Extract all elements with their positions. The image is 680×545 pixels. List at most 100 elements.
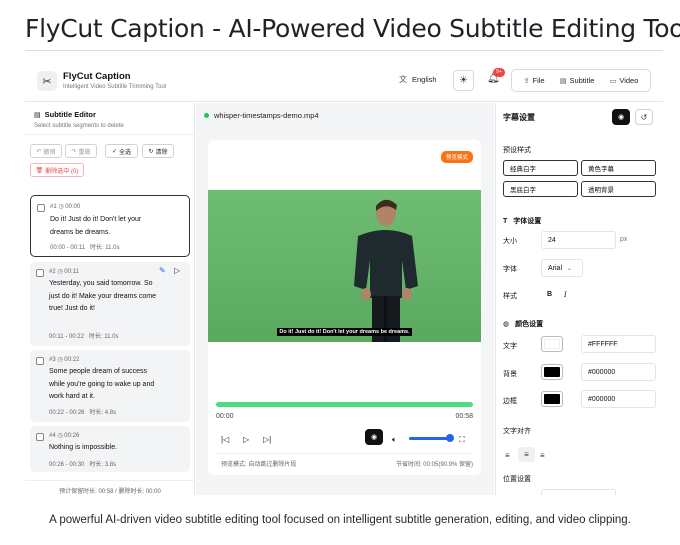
align-label: 文字对齐 [503, 428, 531, 435]
document-icon: ▤ [559, 77, 567, 85]
video-frame[interactable]: Do it! Just do it! Don't let your dreams… [208, 190, 481, 342]
editor-title: ▤ Subtitle Editor [34, 110, 96, 119]
status-dot [204, 113, 209, 118]
bg-color-input[interactable]: #000000 [581, 363, 656, 381]
divider [25, 480, 195, 481]
volume-icon[interactable]: 🔈︎ [392, 435, 397, 445]
subtitle-text[interactable]: Yesterday, you said tomorrow. So just do… [49, 278, 161, 316]
trash-icon: 🗑︎ [35, 167, 44, 174]
theme-toggle-button[interactable]: ☀ [453, 70, 474, 91]
align-left-icon[interactable]: ≡ [505, 451, 510, 460]
text-color-swatch[interactable] [541, 336, 563, 352]
select-all-button[interactable]: ✓ 全选 [105, 144, 138, 158]
preset-yellow[interactable]: 黄色字幕 [581, 160, 656, 176]
color-section-label: 颜色设置 [515, 321, 544, 328]
subtitle-start: 00:26 [64, 433, 80, 439]
nav-subtitle-button[interactable]: ▤ Subtitle [560, 76, 595, 85]
subtitle-start: 00:00 [65, 204, 81, 210]
progress-bar[interactable] [216, 402, 473, 407]
align-center-icon[interactable]: ≡ [518, 447, 535, 462]
skip-back-icon[interactable]: |◁ [221, 435, 229, 444]
chevron-down-icon: ⌄ [567, 265, 573, 272]
subtitle-checkbox[interactable] [37, 204, 45, 212]
clock-icon: ◷ [57, 433, 63, 439]
nav-file-button[interactable]: ⇪ File [524, 76, 545, 85]
subtitle-time: 00:22 - 00:26 时长: 4.8s [49, 407, 116, 416]
font-size-input[interactable]: 24 [541, 231, 616, 249]
redo-label: 重做 [78, 149, 91, 156]
divider [216, 453, 473, 454]
volume-slider[interactable] [409, 437, 451, 440]
caption-text: Do it! Just do it! Don't let your dreams… [277, 328, 412, 336]
clock-icon: ◷ [57, 269, 63, 275]
subtitle-editor-panel: ▤ Subtitle Editor Select subtitle segmen… [25, 103, 195, 495]
editor-subtitle: Select subtitle segments to delete [34, 123, 124, 129]
border-color-swatch[interactable] [541, 391, 563, 407]
clear-button[interactable]: ↻ 清除 [142, 144, 174, 158]
subtitle-text[interactable]: Nothing is impossible. [49, 442, 161, 455]
video-preview-panel: whisper-timestamps-demo.mp4 预览模式 Do it! … [196, 103, 494, 495]
preset-transparent[interactable]: 透明背景 [581, 181, 656, 197]
border-color-input[interactable]: #000000 [581, 390, 656, 408]
subtitle-text[interactable]: Some people dream of success while you'r… [49, 366, 161, 404]
align-right-icon[interactable]: ≡ [540, 451, 545, 460]
play-icon[interactable]: ▷ [243, 435, 249, 444]
text-color-input[interactable]: #FFFFFF [581, 335, 656, 353]
subtitle-index: #1 [50, 204, 57, 210]
fullscreen-icon[interactable]: ⛶ [459, 435, 465, 445]
subtitle-index: #4 [49, 433, 56, 439]
font-family-select[interactable]: Arial ⌄ [541, 259, 583, 277]
undo-button[interactable]: ↶ 撤销 [30, 144, 62, 158]
file-name: whisper-timestamps-demo.mp4 [214, 111, 319, 120]
subtitle-text[interactable]: Do it! Just do it! Don't let your dreams… [50, 214, 162, 239]
size-unit: px [620, 236, 628, 243]
reset-icon: ↺ [640, 112, 648, 122]
undo-label: 撤销 [43, 149, 56, 156]
subtitle-range: 00:00 - 00:11 [50, 245, 85, 251]
subtitle-index: #3 [49, 357, 56, 363]
subtitle-card[interactable]: #3 ◷ 00:22 Some people dream of success … [30, 350, 190, 422]
edit-pencil-icon[interactable]: ✎ [159, 266, 166, 275]
delete-selected-button[interactable]: 🗑︎ 删除选中 (0) [30, 163, 84, 177]
bg-color-swatch[interactable] [541, 364, 563, 380]
nav-subtitle-label: Subtitle [569, 76, 595, 85]
subtitle-time: 00:00 - 00:11 时长: 11.0s [50, 242, 120, 251]
subtitle-start: 00:11 [64, 269, 79, 275]
sun-icon: ☀ [459, 75, 468, 86]
duration-summary: 预计保留时长: 00:58 / 删除时长: 00:00 [59, 489, 161, 495]
delete-selected-label: 删除选中 (0) [45, 168, 79, 175]
subtitle-checkbox[interactable] [36, 269, 44, 277]
play-segment-icon[interactable]: ▷ [174, 266, 180, 275]
reset-settings-button[interactable]: ↺ [635, 109, 653, 125]
subtitle-time: 00:26 - 00:30 时长: 3.8s [49, 459, 116, 468]
position-input[interactable] [541, 489, 616, 495]
nav-video-button[interactable]: ▭ Video [610, 76, 639, 85]
undo-icon: ↶ [36, 148, 42, 155]
subtitle-checkbox[interactable] [36, 433, 44, 441]
redo-button[interactable]: ↷ 重做 [65, 144, 97, 158]
subtitle-card[interactable]: #4 ◷ 00:26 Nothing is impossible. 00:26 … [30, 426, 190, 472]
subtitle-meta: #4 ◷ 00:26 [49, 432, 79, 439]
subtitle-visibility-button[interactable]: ◉ [365, 429, 383, 445]
subtitle-card[interactable]: #1 ◷ 00:00 Do it! Just do it! Don't let … [30, 195, 190, 257]
preset-black-bg[interactable]: 黑底白字 [503, 181, 578, 197]
subtitle-checkbox[interactable] [36, 357, 44, 365]
palette-icon: ◍ [503, 321, 510, 328]
preview-badge: 预览模式 [440, 151, 473, 163]
preview-mode-note: 预览模式: 自动跳过删除片段 [221, 462, 297, 468]
select-all-label: 全选 [119, 149, 132, 156]
redo-icon: ↷ [71, 148, 77, 155]
language-switcher[interactable]: 文 English [399, 74, 437, 85]
skip-forward-icon[interactable]: ▷| [263, 435, 271, 444]
preset-classic-white[interactable]: 经典白字 [503, 160, 578, 176]
app-header: ✂ FlyCut Caption Intelligent Video Subti… [25, 58, 663, 102]
border-color-label: 边框 [503, 398, 517, 405]
bold-button[interactable]: B [547, 291, 552, 298]
style-label: 样式 [503, 293, 517, 300]
subtitle-card[interactable]: #2 ◷ 00:11 ✎ ▷ Yesterday, you said tomor… [30, 262, 190, 346]
volume-slider-handle[interactable] [446, 434, 454, 442]
size-label: 大小 [503, 238, 517, 245]
italic-button[interactable]: I [564, 291, 567, 299]
video-player: 预览模式 Do it! Just do it! Don't let your d… [208, 140, 481, 475]
settings-visibility-button[interactable]: ◉ [612, 109, 630, 125]
